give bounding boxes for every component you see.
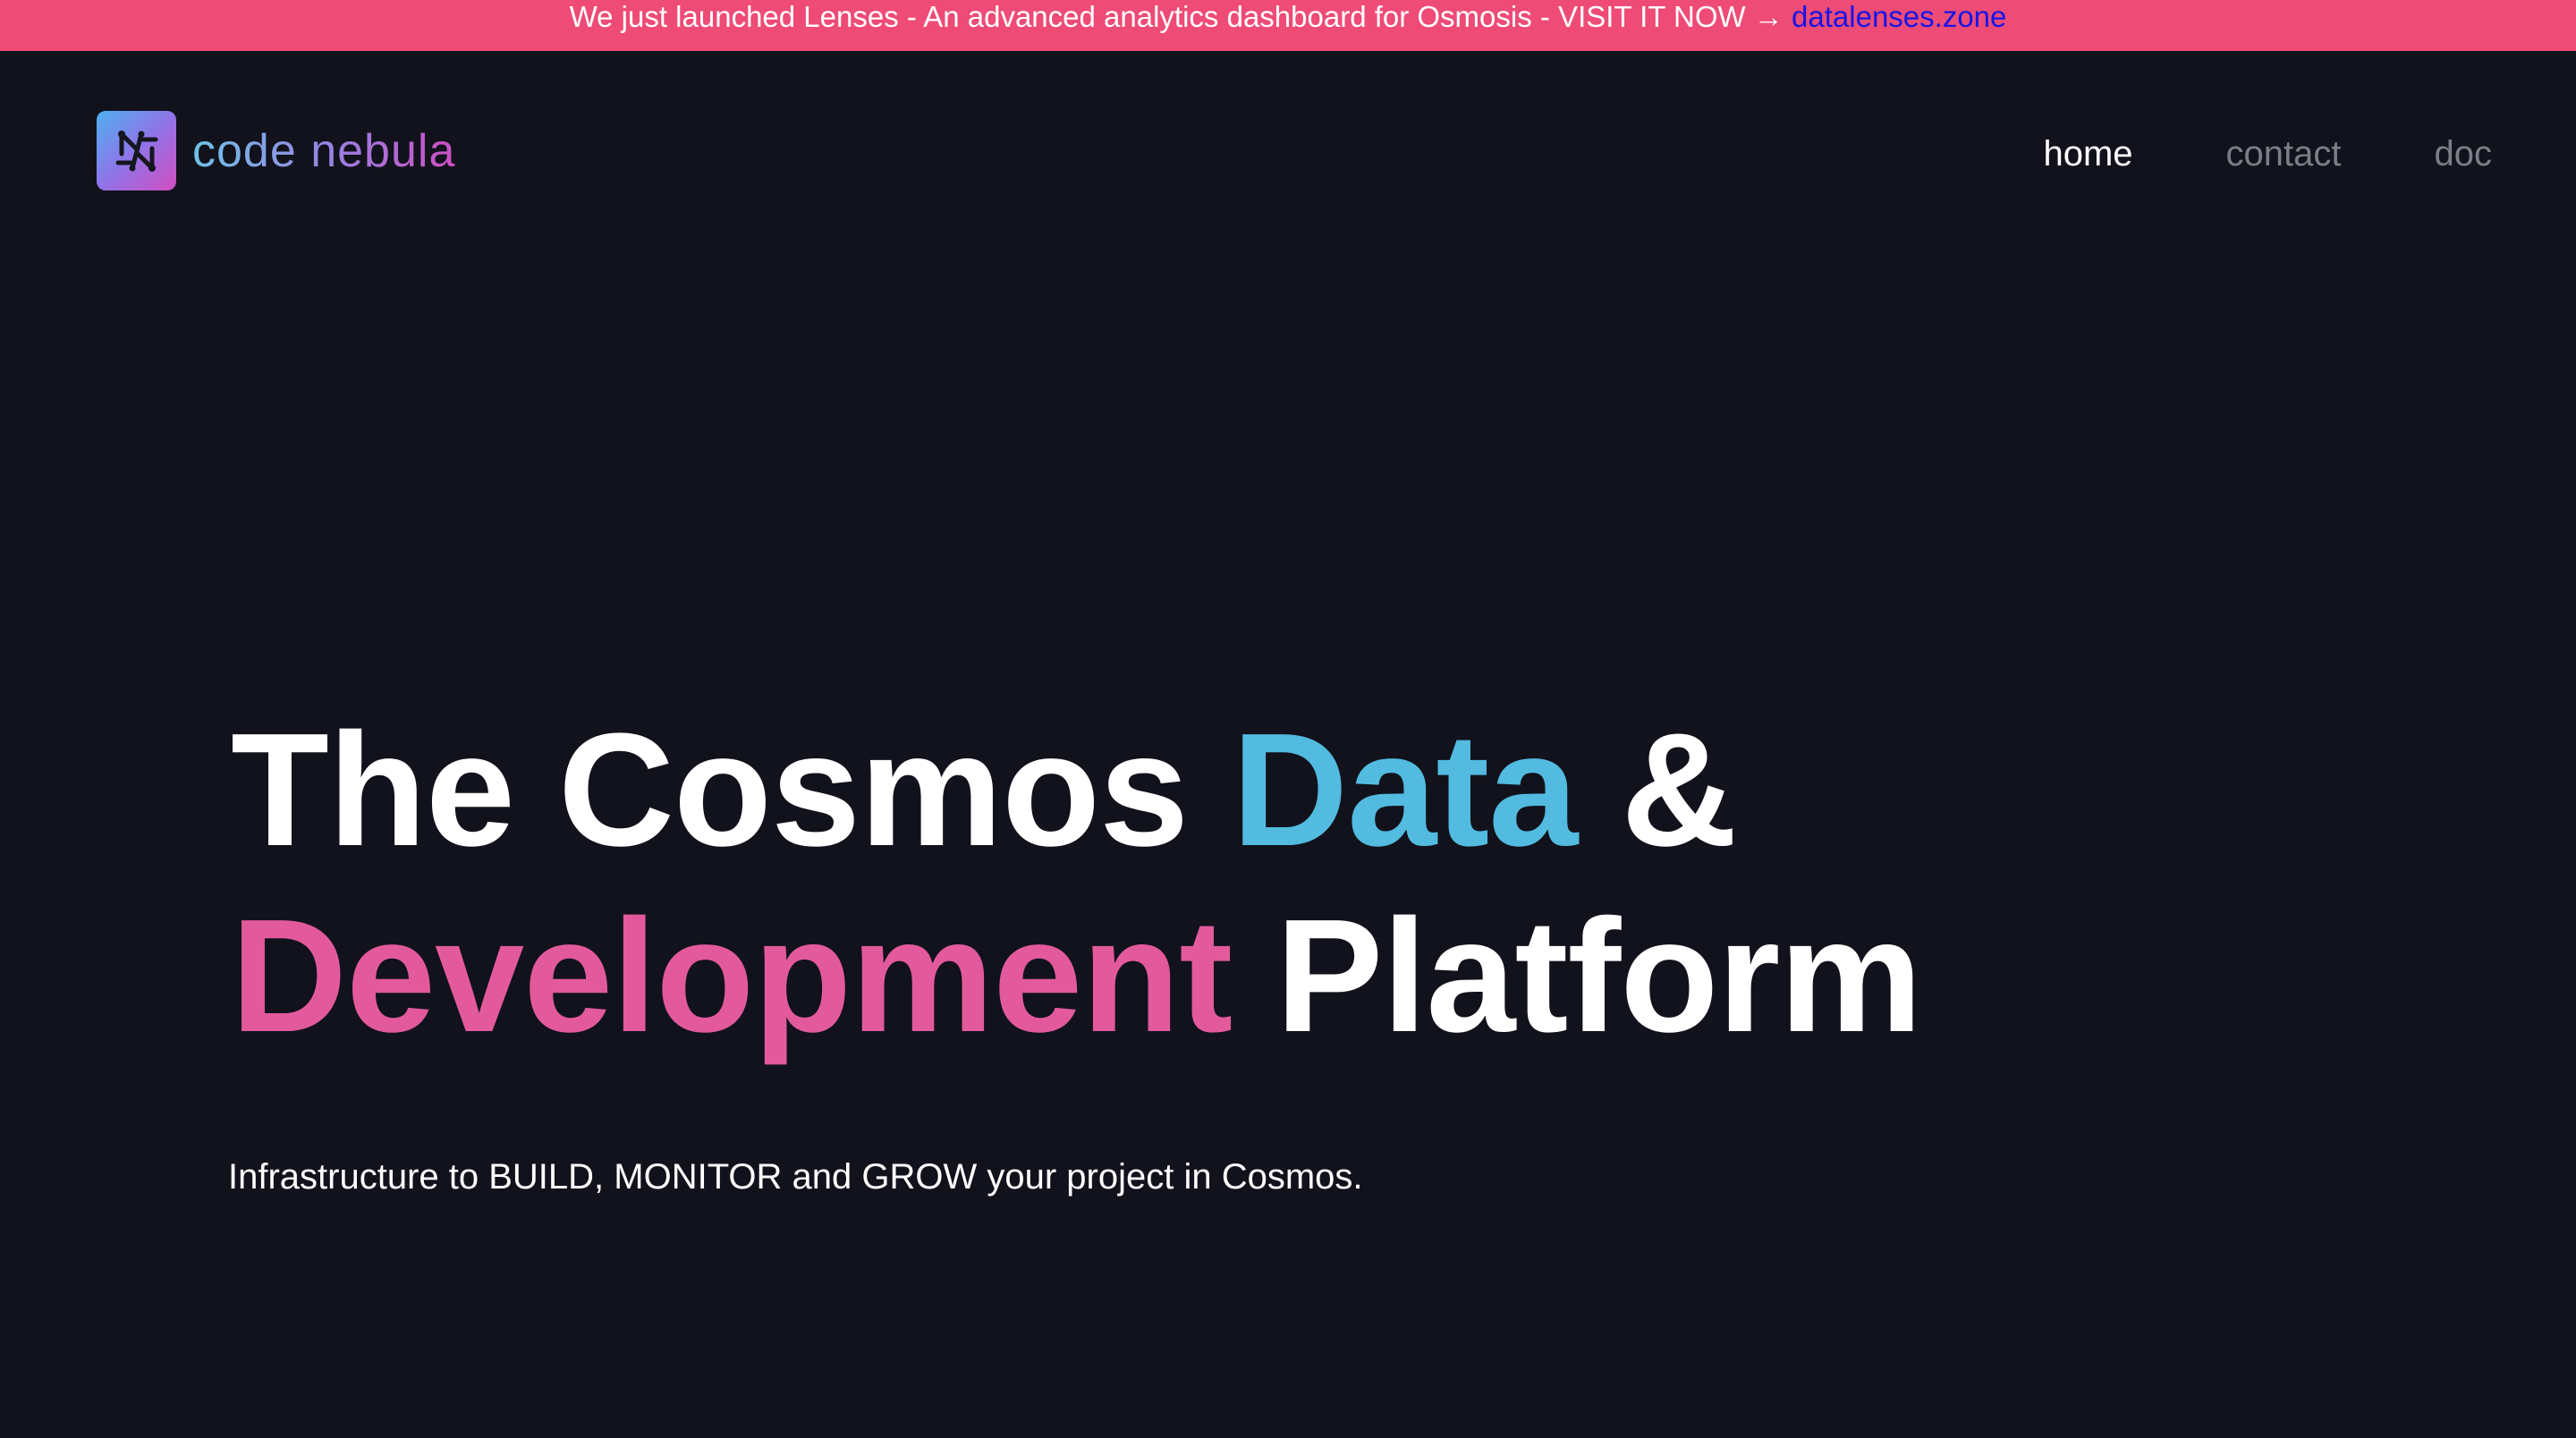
hero-text: & — [1577, 700, 1737, 880]
hero-line-1: The Cosmos Data & — [231, 698, 1921, 884]
brand-logo[interactable]: code nebula — [97, 111, 455, 190]
hero-line-2: Development Platform — [231, 884, 1922, 1070]
hero-text: The Cosmos — [231, 700, 1233, 880]
announcement-text: We just launched Lenses - An advanced an… — [569, 0, 1792, 33]
code-nebula-logo-icon — [97, 111, 176, 190]
hero-highlight-development: Development — [231, 886, 1233, 1066]
nav-contact[interactable]: contact — [2226, 132, 2342, 175]
nav-home[interactable]: home — [2043, 132, 2132, 175]
hero-title: The Cosmos Data & Development Platform — [231, 698, 1922, 1070]
datalenses-link[interactable]: datalenses.zone — [1792, 0, 2006, 33]
main-nav: home contact doc — [2043, 132, 2492, 175]
announcement-banner: We just launched Lenses - An advanced an… — [0, 0, 2576, 51]
nav-doc[interactable]: doc — [2435, 132, 2493, 175]
brand-name: code nebula — [192, 124, 456, 177]
hero-text: Platform — [1232, 886, 1922, 1066]
hero-tagline: Infrastructure to BUILD, MONITOR and GRO… — [228, 1157, 1363, 1197]
hero-highlight-data: Data — [1232, 700, 1578, 880]
